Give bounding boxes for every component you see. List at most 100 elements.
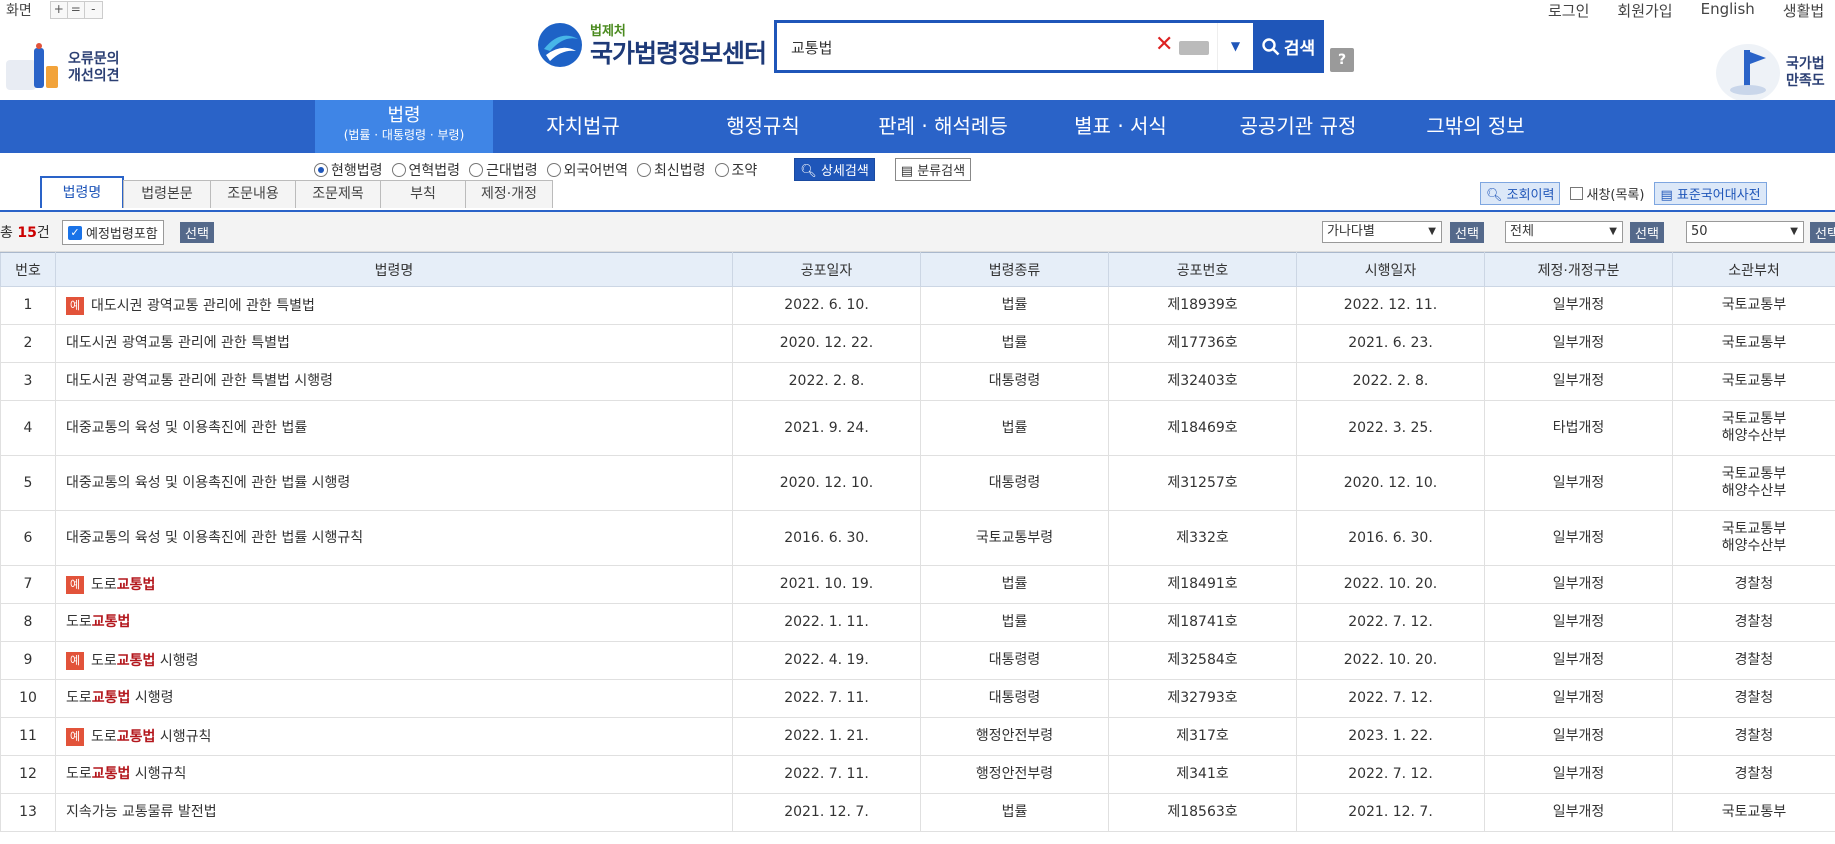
tab-article-content[interactable]: 조문내용 [210, 180, 296, 208]
search-options: 현행법령 연혁법령 근대법령 외국어번역 최신법령 조약 🔍︎ 상세검색 ▤ 분… [314, 158, 972, 181]
department-primary: 국토교통부 [1721, 466, 1787, 482]
satisfaction-survey-link[interactable]: 국가법 만족도 [1716, 44, 1825, 102]
history-button[interactable]: 🔍︎ 조회이력 [1480, 182, 1561, 205]
filter-select-button[interactable]: 선택 [1630, 222, 1664, 243]
planned-select-button[interactable]: 선택 [180, 222, 214, 243]
zoom-out-button[interactable]: - [84, 2, 102, 18]
law-name-link[interactable]: 대도시권 광역교통 관리에 관한 특별법 [55, 324, 733, 363]
nav-admin-rules[interactable]: 행정규칙 [673, 100, 853, 153]
page-size-dropdown[interactable]: 50 ▼ [1686, 221, 1804, 243]
radio-treaties[interactable]: 조약 [714, 160, 757, 180]
promulgation-number: 제18491호 [1108, 565, 1297, 604]
table-row: 6 대중교통의 육성 및 이용촉진에 관한 법률 시행규칙 2016. 6. 30.… [0, 510, 1835, 566]
tab-article-title[interactable]: 조문제목 [295, 180, 381, 208]
department: 경찰청 [1672, 717, 1835, 756]
department-primary: 국토교통부 [1721, 411, 1787, 427]
detail-search-button[interactable]: 🔍︎ 상세검색 [794, 158, 875, 181]
nav-other-info[interactable]: 그밖의 정보 [1388, 100, 1563, 153]
sort-select-button[interactable]: 선택 [1450, 222, 1484, 243]
promulgation-number: 제18939호 [1108, 286, 1297, 325]
english-link[interactable]: English [1701, 0, 1755, 21]
login-link[interactable]: 로그인 [1548, 0, 1589, 21]
tab-addenda[interactable]: 부칙 [380, 180, 466, 208]
include-planned-checkbox[interactable]: ✓ 예정법령포함 [62, 220, 164, 245]
col-law-name[interactable]: 법령명 [55, 252, 733, 287]
radio-latest-laws[interactable]: 최신법령 [637, 160, 706, 180]
promulgation-number: 제18563호 [1108, 793, 1297, 832]
search-input[interactable] [791, 35, 1151, 59]
sort-dropdown[interactable]: 가나다별 ▼ [1322, 221, 1442, 243]
filter-dropdown[interactable]: 전체 ▼ [1505, 221, 1623, 243]
col-promulgation-date[interactable]: 공포일자 [732, 252, 921, 287]
tab-enactment-text[interactable]: 제정·개정문 [465, 180, 553, 229]
site-logo[interactable]: 법제처 국가법령정보센터 [536, 20, 767, 70]
revision-type: 일부개정 [1484, 565, 1673, 604]
law-name-text: 도로 [91, 576, 117, 593]
chevron-down-icon[interactable]: ▼ [1217, 23, 1253, 70]
row-number: 11 [0, 717, 56, 756]
clear-icon[interactable]: ✕ [1155, 32, 1173, 57]
law-name-link[interactable]: 지속가능 교통물류 발전법 [55, 793, 733, 832]
help-button[interactable]: ? [1330, 48, 1354, 72]
error-inquiry-line1: 오류문의 [68, 51, 120, 67]
col-effective-date[interactable]: 시행일자 [1296, 252, 1485, 287]
logo-sub: 법제처 [590, 24, 626, 39]
department: 경찰청 [1672, 565, 1835, 604]
radio-current-laws[interactable]: 현행법령 [314, 160, 383, 180]
promulgation-date: 2020. 12. 22. [732, 324, 921, 363]
col-promulgation-number[interactable]: 공포번호 [1108, 252, 1297, 287]
nav-forms[interactable]: 별표 · 서식 [1033, 100, 1208, 153]
right-tools: 🔍︎ 조회이력 새창(목록) ▤ 표준국어대사전 [1480, 182, 1767, 205]
dictionary-button[interactable]: ▤ 표준국어대사전 [1654, 182, 1767, 205]
search-button[interactable]: 검색 [1253, 20, 1324, 73]
law-name-link[interactable]: 도로교통법 시행령 [55, 679, 733, 718]
law-name-highlight: 교통법 [116, 728, 156, 745]
class-search-button[interactable]: ▤ 분류검색 [894, 158, 972, 181]
signup-link[interactable]: 회원가입 [1617, 0, 1672, 21]
promulgation-date: 2020. 12. 10. [732, 455, 921, 511]
law-name-highlight: 교통법 [91, 614, 131, 630]
keyboard-icon[interactable] [1179, 41, 1209, 55]
planned-badge: 예 [66, 651, 84, 670]
life-law-link[interactable]: 생활법 [1783, 0, 1824, 21]
radio-history-laws[interactable]: 연혁법령 [391, 160, 460, 180]
radio-foreign-translation[interactable]: 외국어번역 [546, 160, 628, 180]
promulgation-number: 제31257호 [1108, 455, 1297, 511]
effective-date: 2022. 12. 11. [1296, 286, 1485, 325]
error-inquiry-link[interactable]: 오류문의 개선의견 [4, 42, 120, 94]
col-department[interactable]: 소관부처 [1672, 252, 1835, 287]
law-name-link[interactable]: 도로교통법 시행규칙 [55, 755, 733, 794]
law-name-link[interactable]: 예 도로교통법 시행규칙 [55, 717, 733, 756]
law-name-link[interactable]: 도로교통법 [55, 603, 733, 642]
page-size-select-button[interactable]: 선택 [1810, 222, 1835, 243]
law-name-link[interactable]: 대도시권 광역교통 관리에 관한 특별법 시행령 [55, 362, 733, 401]
law-name-text: 대중교통의 육성 및 이용촉진에 관한 법률 시행령 [66, 474, 351, 491]
row-number: 8 [0, 603, 56, 642]
promulgation-number: 제332호 [1108, 510, 1297, 566]
tab-law-body[interactable]: 법령본문 [123, 180, 211, 208]
zoom-reset-button[interactable]: = [67, 2, 85, 18]
col-number[interactable]: 번호 [0, 252, 56, 287]
radio-modern-laws[interactable]: 근대법령 [469, 160, 538, 180]
department-primary: 국토교통부 [1721, 521, 1787, 537]
table-row: 13 지속가능 교통물류 발전법 2021. 12. 7. 법률 제18563호 2021… [0, 793, 1835, 832]
tab-law-name[interactable]: 법령명 [40, 176, 124, 208]
department-primary: 경찰청 [1734, 690, 1774, 706]
effective-date: 2020. 12. 10. [1296, 455, 1485, 511]
law-name-link[interactable]: 대중교통의 육성 및 이용촉진에 관한 법률 시행규칙 [55, 510, 733, 566]
nav-laws[interactable]: 법령 (법률 · 대통령령 · 부령) [315, 100, 493, 153]
row-number: 2 [0, 324, 56, 363]
law-name-link[interactable]: 대중교통의 육성 및 이용촉진에 관한 법률 시행령 [55, 455, 733, 511]
new-window-checkbox[interactable]: 새창(목록) [1570, 184, 1644, 203]
nav-local-laws[interactable]: 자치법규 [493, 100, 673, 153]
law-name-link[interactable]: 예 도로교통법 [55, 565, 733, 604]
law-name-link[interactable]: 예 대도시권 광역교통 관리에 관한 특별법 [55, 286, 733, 325]
promulgation-date: 2021. 12. 7. [732, 793, 921, 832]
col-revision-type[interactable]: 제정·개정구분 [1484, 252, 1673, 287]
law-name-link[interactable]: 대중교통의 육성 및 이용촉진에 관한 법률 [55, 400, 733, 456]
law-name-link[interactable]: 예 도로교통법 시행령 [55, 641, 733, 680]
col-law-type[interactable]: 법령종류 [920, 252, 1109, 287]
nav-public-rules[interactable]: 공공기관 규정 [1208, 100, 1388, 153]
nav-precedents[interactable]: 판례 · 해석례등 [853, 100, 1033, 153]
zoom-in-button[interactable]: + [50, 2, 68, 18]
